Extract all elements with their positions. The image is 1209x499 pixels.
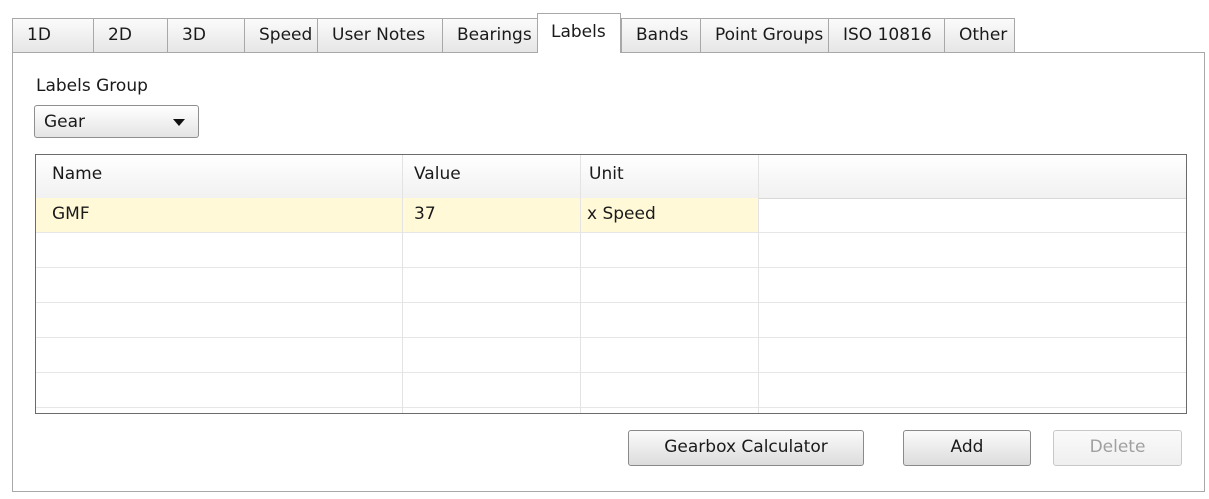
tab-speed[interactable]: Speed: [244, 18, 317, 52]
table-row[interactable]: [36, 268, 1186, 303]
dropdown-arrow-icon: [173, 119, 185, 126]
table-header: Name Value Unit: [36, 155, 1186, 199]
cell-unit: x Speed: [587, 204, 656, 224]
tab-user-notes[interactable]: User Notes: [317, 18, 442, 52]
cell-name: GMF: [52, 204, 90, 224]
tab-label: ISO 10816: [843, 25, 932, 45]
tab-label: Bearings: [457, 25, 532, 45]
labels-table[interactable]: Name Value Unit GMF 37 x Speed: [35, 154, 1187, 414]
tab-2d[interactable]: 2D: [93, 18, 167, 52]
labels-panel: Labels Group Gear Name Value Unit GMF 37…: [12, 52, 1205, 492]
table-row[interactable]: [36, 233, 1186, 268]
tab-label: Speed: [259, 25, 313, 45]
tab-label: Labels: [551, 22, 606, 42]
tab-other[interactable]: Other: [944, 18, 1015, 52]
tab-labels[interactable]: Labels: [537, 13, 621, 53]
tab-label: 2D: [108, 25, 132, 45]
tab-point-groups[interactable]: Point Groups: [700, 18, 828, 52]
add-button[interactable]: Add: [903, 430, 1031, 466]
labels-group-value: Gear: [44, 112, 86, 132]
table-row[interactable]: [36, 303, 1186, 338]
table-row[interactable]: [36, 338, 1186, 373]
tab-label: 3D: [182, 25, 206, 45]
tab-label: Bands: [636, 25, 689, 45]
table-row[interactable]: [36, 373, 1186, 408]
delete-button[interactable]: Delete: [1053, 430, 1182, 466]
column-divider: [402, 155, 403, 413]
tab-label: User Notes: [332, 25, 426, 45]
tab-bands[interactable]: Bands: [621, 18, 700, 52]
column-divider: [580, 155, 581, 413]
labels-group-label: Labels Group: [36, 76, 148, 96]
column-header-value[interactable]: Value: [414, 164, 461, 184]
labels-group-select[interactable]: Gear: [34, 105, 199, 138]
tab-bearings[interactable]: Bearings: [442, 18, 537, 52]
table-row[interactable]: GMF 37 x Speed: [36, 198, 1186, 233]
column-header-unit[interactable]: Unit: [589, 164, 624, 184]
column-divider: [758, 155, 759, 413]
cell-value: 37: [414, 204, 436, 224]
tab-label: Point Groups: [715, 25, 824, 45]
tab-3d[interactable]: 3D: [167, 18, 244, 52]
gearbox-calculator-button[interactable]: Gearbox Calculator: [628, 430, 864, 466]
column-header-name[interactable]: Name: [52, 164, 102, 184]
tab-label: 1D: [27, 25, 51, 45]
tab-label: Other: [959, 25, 1008, 45]
tab-1d[interactable]: 1D: [12, 18, 93, 52]
tab-iso-10816[interactable]: ISO 10816: [828, 18, 944, 52]
